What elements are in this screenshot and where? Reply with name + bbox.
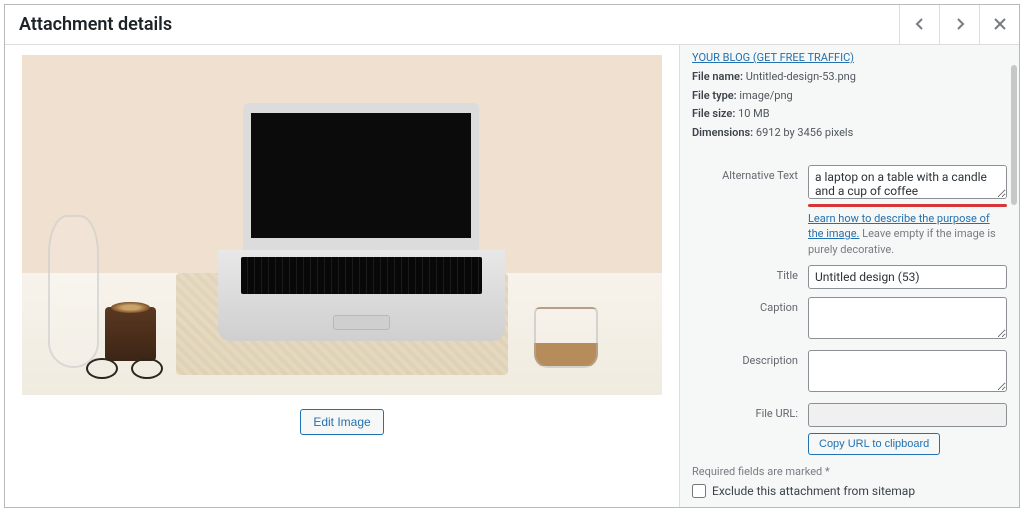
attachment-details-modal: Attachment details: [4, 4, 1020, 508]
scene-laptop-base: [218, 250, 505, 340]
details-sidebar[interactable]: YOUR BLOG (GET FREE TRAFFIC) File name: …: [679, 45, 1019, 507]
chevron-left-icon: [914, 15, 926, 34]
title-input[interactable]: [808, 265, 1007, 289]
scene-trackpad: [333, 315, 390, 329]
required-note: Required fields are marked *: [692, 465, 1007, 478]
modal-header: Attachment details: [5, 5, 1019, 45]
image-pane: Edit Image: [5, 45, 679, 507]
close-button[interactable]: [979, 5, 1019, 45]
scene-laptop-screen: [243, 103, 479, 251]
alt-text-note: Learn how to describe the purpose of the…: [808, 211, 1007, 257]
close-icon: [994, 15, 1006, 34]
file-url-row: File URL: Copy URL to clipboard: [692, 403, 1007, 455]
meta-file-size: File size: 10 MB: [692, 105, 1007, 124]
exclude-sitemap-checkbox[interactable]: [692, 484, 706, 498]
highlight-underline: [808, 204, 1007, 207]
meta-file-type: File type: image/png: [692, 87, 1007, 106]
meta-file-name: File name: Untitled-design-53.png: [692, 68, 1007, 87]
scrollbar-thumb[interactable]: [1011, 65, 1017, 205]
prev-button[interactable]: [899, 5, 939, 45]
scene-vase: [48, 215, 99, 368]
image-preview: [22, 55, 662, 395]
scene-keyboard: [241, 257, 482, 293]
meta-dimensions: Dimensions: 6912 by 3456 pixels: [692, 124, 1007, 143]
scene-laptop: [233, 103, 489, 341]
file-url-input[interactable]: [808, 403, 1007, 427]
caption-input[interactable]: [808, 297, 1007, 339]
header-actions: [899, 5, 1019, 45]
alt-text-label: Alternative Text: [692, 165, 798, 182]
modal-body: Edit Image YOUR BLOG (GET FREE TRAFFIC) …: [5, 45, 1019, 507]
file-url-label: File URL:: [692, 403, 798, 420]
page-title: Attachment details: [19, 14, 172, 35]
exclude-sitemap-label: Exclude this attachment from sitemap: [712, 484, 915, 498]
description-label: Description: [692, 350, 798, 367]
edit-image-button[interactable]: Edit Image: [300, 409, 383, 435]
alt-text-row: Alternative Text Learn how to describe t…: [692, 165, 1007, 257]
next-button[interactable]: [939, 5, 979, 45]
scene-cup: [534, 307, 598, 368]
chevron-right-icon: [954, 15, 966, 34]
scene-candle: [105, 307, 156, 361]
copy-url-button[interactable]: Copy URL to clipboard: [808, 433, 940, 455]
caption-row: Caption: [692, 297, 1007, 342]
top-context-link[interactable]: YOUR BLOG (GET FREE TRAFFIC): [692, 51, 1007, 64]
alt-text-input[interactable]: [808, 165, 1007, 199]
description-input[interactable]: [808, 350, 1007, 392]
caption-label: Caption: [692, 297, 798, 314]
exclude-sitemap-row: Exclude this attachment from sitemap: [692, 484, 1007, 498]
scene-glasses: [86, 358, 163, 375]
title-row: Title: [692, 265, 1007, 289]
description-row: Description: [692, 350, 1007, 395]
title-label: Title: [692, 265, 798, 282]
